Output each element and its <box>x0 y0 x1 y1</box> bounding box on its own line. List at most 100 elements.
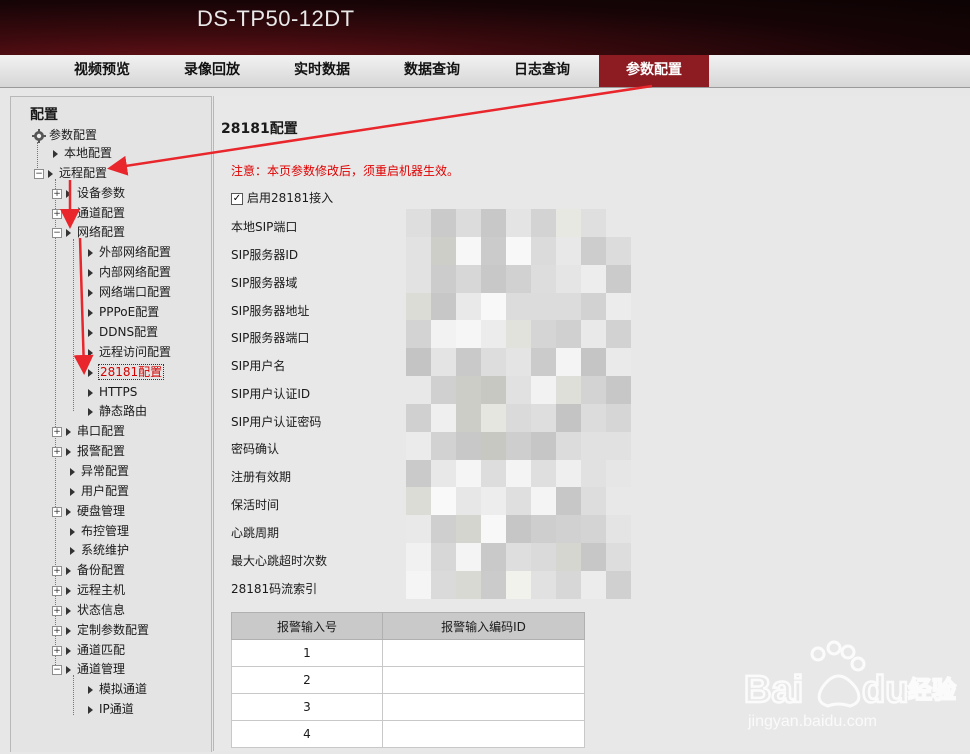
tree-item-alarm-config[interactable]: + 报警配置 <box>52 442 126 460</box>
tree-arrow-icon <box>66 507 71 516</box>
tree-item-internal-network[interactable]: 内部网络配置 <box>88 263 172 281</box>
tree-item-28181-config[interactable]: 28181配置 <box>88 363 165 381</box>
alarm-input-code-cell[interactable] <box>382 666 585 694</box>
mosaic-cell <box>456 320 481 349</box>
tree-item-pppoe[interactable]: PPPoE配置 <box>88 303 160 321</box>
tree-item-serial-config[interactable]: + 串口配置 <box>52 422 126 440</box>
expand-icon[interactable]: + <box>52 426 62 437</box>
tree-arrow-icon <box>88 268 93 277</box>
tree-item-deploy-management[interactable]: 布控管理 <box>70 522 130 540</box>
tree-item-label: 状态信息 <box>77 603 126 617</box>
mosaic-cell <box>431 515 456 544</box>
tree-arrow-icon <box>53 149 58 158</box>
tree-item-status-info[interactable]: + 状态信息 <box>52 601 126 619</box>
tree-item-label: DDNS配置 <box>99 325 159 339</box>
mosaic-cell <box>456 376 481 404</box>
tree-item-channel-match[interactable]: + 通道匹配 <box>52 641 126 659</box>
mosaic-cell <box>556 320 581 349</box>
mosaic-cell <box>481 209 506 237</box>
field-label-stream-index: 28181码流索引 <box>231 582 318 596</box>
mosaic-cell <box>606 292 631 321</box>
mosaic-cell <box>531 209 556 237</box>
alarm-input-code-cell[interactable] <box>382 639 585 667</box>
collapse-icon[interactable]: − <box>52 664 62 675</box>
tree-item-label: 28181配置 <box>98 364 165 380</box>
mosaic-cell <box>581 459 606 488</box>
tree-item-external-network[interactable]: 外部网络配置 <box>88 243 172 261</box>
tab-realtime-data[interactable]: 实时数据 <box>267 55 377 87</box>
mosaic-cell <box>481 403 506 432</box>
tree-arrow-icon <box>66 209 71 218</box>
obscured-field-values[interactable] <box>406 209 631 599</box>
tab-parameter-config[interactable]: 参数配置 <box>599 55 709 87</box>
table-row: 2 <box>231 666 585 694</box>
expand-icon[interactable]: + <box>52 585 62 596</box>
collapse-icon[interactable]: − <box>52 227 62 238</box>
app-header: DS-TP50-12DT <box>0 0 970 55</box>
collapse-icon[interactable]: − <box>34 168 44 179</box>
tab-data-query[interactable]: 数据查询 <box>377 55 487 87</box>
tab-video-preview[interactable]: 视频预览 <box>47 55 157 87</box>
expand-icon[interactable]: + <box>52 565 62 576</box>
tree-item-exception-config[interactable]: 异常配置 <box>70 462 130 480</box>
mosaic-cell <box>456 459 481 488</box>
tree-item-https[interactable]: HTTPS <box>88 383 138 401</box>
tree-item-disk-management[interactable]: + 硬盘管理 <box>52 502 126 520</box>
tree-item-system-maintenance[interactable]: 系统维护 <box>70 541 130 559</box>
tab-log-query[interactable]: 日志查询 <box>487 55 597 87</box>
tab-playback[interactable]: 录像回放 <box>157 55 267 87</box>
expand-icon[interactable]: + <box>52 506 62 517</box>
mosaic-cell <box>606 376 631 404</box>
expand-icon[interactable]: + <box>52 188 62 199</box>
mosaic-cell <box>481 515 506 544</box>
tree-item-user-config[interactable]: 用户配置 <box>70 482 130 500</box>
tree-arrow-icon <box>88 288 93 297</box>
mosaic-cell <box>506 543 531 571</box>
field-label-local-sip-port: 本地SIP端口 <box>231 220 298 234</box>
mosaic-cell <box>531 543 556 571</box>
tree-root-parameter-config[interactable]: 参数配置 <box>32 126 98 144</box>
mosaic-cell <box>506 320 531 349</box>
tree-item-static-route[interactable]: 静态路由 <box>88 402 148 420</box>
tree-item-label: 网络端口配置 <box>99 285 172 299</box>
tree-item-custom-params[interactable]: + 定制参数配置 <box>52 621 150 639</box>
expand-icon[interactable]: + <box>52 645 62 656</box>
table-row: 4 <box>231 720 585 748</box>
tree-item-local-config[interactable]: 本地配置 <box>53 144 113 162</box>
expand-icon[interactable]: + <box>52 605 62 616</box>
mosaic-cell <box>606 320 631 349</box>
tree-item-network-config[interactable]: − 网络配置 <box>52 223 126 241</box>
tree-item-channel-management[interactable]: − 通道管理 <box>52 660 126 678</box>
expand-icon[interactable]: + <box>52 446 62 457</box>
tree-item-label: PPPoE配置 <box>99 305 160 319</box>
mosaic-cell <box>556 570 581 599</box>
mosaic-cell <box>581 403 606 432</box>
tree-item-remote-config[interactable]: − 远程配置 <box>34 164 108 182</box>
tree-item-ip-channel[interactable]: IP通道 <box>88 700 135 718</box>
tree-item-analog-channel[interactable]: 模拟通道 <box>88 680 148 698</box>
expand-icon[interactable]: + <box>52 625 62 636</box>
tree-item-device-params[interactable]: + 设备参数 <box>52 184 126 202</box>
field-label-heartbeat-period: 心跳周期 <box>231 526 280 540</box>
tree-arrow-icon <box>66 606 71 615</box>
mosaic-cell <box>606 264 631 293</box>
alarm-input-code-cell[interactable] <box>382 720 585 748</box>
tree-item-remote-access[interactable]: 远程访问配置 <box>88 343 172 361</box>
mosaic-cell <box>606 403 631 432</box>
mosaic-cell <box>431 570 456 599</box>
alarm-input-code-cell[interactable] <box>382 693 585 721</box>
mosaic-cell <box>481 376 506 404</box>
enable-28181-checkbox[interactable]: ✓ <box>231 192 243 205</box>
tree-item-ddns[interactable]: DDNS配置 <box>88 323 159 341</box>
tree-item-network-port[interactable]: 网络端口配置 <box>88 283 172 301</box>
tree-item-channel-config[interactable]: + 通道配置 <box>52 204 126 222</box>
tree-item-backup-config[interactable]: + 备份配置 <box>52 561 126 579</box>
sidebar-title: 配置 <box>30 107 58 123</box>
field-label-sip-auth-password: SIP用户认证密码 <box>231 415 322 429</box>
mosaic-cell <box>456 264 481 293</box>
mosaic-cell <box>531 264 556 293</box>
mosaic-cell <box>431 348 456 377</box>
tree-item-remote-host[interactable]: + 远程主机 <box>52 581 126 599</box>
enable-28181-row[interactable]: ✓ 启用28181接入 <box>231 189 333 206</box>
expand-icon[interactable]: + <box>52 208 62 219</box>
